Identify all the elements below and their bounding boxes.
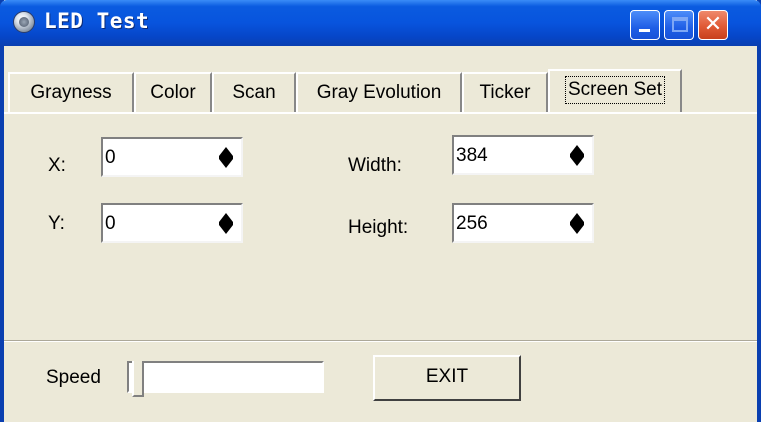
close-icon: ✕ [703,12,723,37]
title-bar[interactable]: LED Test ✕ [0,0,761,46]
close-button[interactable]: ✕ [698,10,728,40]
spin-down-icon[interactable] [219,159,233,168]
x-spin-arrows[interactable] [219,147,233,169]
y-spin-arrows[interactable] [219,213,233,235]
tab-panel-edge [4,112,757,114]
y-label: Y: [48,213,65,234]
height-label: Height: [348,217,409,238]
spin-up-icon[interactable] [570,213,584,222]
tab-screen-set[interactable]: Screen Set [548,69,682,112]
tab-screen-set-label: Screen Set [565,76,665,104]
speed-label: Speed [46,367,101,388]
exit-button[interactable]: EXIT [373,355,521,401]
spin-up-icon[interactable] [219,213,233,222]
led-test-window: LED Test ✕ Grayness Color Scan Gray Evol… [0,0,761,422]
height-input[interactable] [454,205,558,241]
tab-grayness[interactable]: Grayness [8,72,134,112]
width-spinner[interactable] [452,135,594,175]
x-spinner[interactable] [101,137,243,177]
spin-up-icon[interactable] [570,145,584,154]
spin-down-icon[interactable] [570,225,584,234]
window-title: LED Test [44,9,150,33]
tab-color[interactable]: Color [134,72,212,112]
app-icon[interactable] [13,11,35,33]
maximize-button[interactable] [664,10,694,40]
tab-ticker[interactable]: Ticker [462,72,548,112]
minimize-icon [639,29,650,32]
width-label: Width: [348,155,402,176]
x-input[interactable] [103,139,207,175]
spin-up-icon[interactable] [219,147,233,156]
speed-slider[interactable] [127,361,324,397]
tab-gray-evolution[interactable]: Gray Evolution [296,72,462,112]
spin-down-icon[interactable] [219,225,233,234]
maximize-icon [672,17,688,32]
width-spin-arrows[interactable] [570,145,584,167]
speed-slider-thumb[interactable] [132,361,144,397]
minimize-button[interactable] [630,10,660,40]
spin-down-icon[interactable] [570,157,584,166]
divider-highlight [4,341,757,342]
y-input[interactable] [103,205,207,241]
y-spinner[interactable] [101,203,243,243]
height-spinner[interactable] [452,203,594,243]
x-label: X: [48,155,66,176]
width-input[interactable] [454,137,558,173]
height-spin-arrows[interactable] [570,213,584,235]
tab-scan[interactable]: Scan [212,72,296,112]
